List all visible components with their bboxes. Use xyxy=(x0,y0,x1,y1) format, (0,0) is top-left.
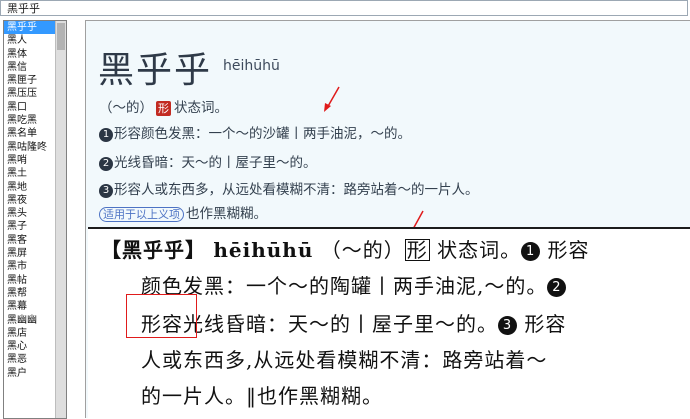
list-item[interactable]: 黑口 xyxy=(4,101,56,114)
sense-text-2: 光线昏暗：天～的丨屋子里～的。 xyxy=(114,155,317,171)
scan-line-5: 的一片人。‖也作黑糊糊。 xyxy=(141,384,383,408)
list-item[interactable]: 黑屏 xyxy=(4,247,56,260)
list-item[interactable]: 黑恶 xyxy=(4,353,56,366)
scan-pos-text: 状态词。 xyxy=(437,238,522,262)
list-item[interactable]: 黑幕 xyxy=(4,300,56,313)
sense-3: 3 形容人或东西多，从远处看模糊不清：路旁站着～的一片人。 xyxy=(99,178,479,198)
scope-tag: 适用于以上义项 xyxy=(99,207,184,222)
scan-line-3: 形容光线昏暗：天～的丨屋子里～的。 3 形容 xyxy=(141,308,566,337)
list-item[interactable]: 黑匣子 xyxy=(4,74,56,87)
grammar-line: （～的）形状态词。 xyxy=(99,96,228,116)
list-item[interactable]: 黑夜 xyxy=(4,194,56,207)
headword-list[interactable]: 黑乎乎 黑人 黑体 黑信 黑匣子 黑压压 黑口 黑吃黑 黑名单 黑咕隆咚 黑哨 黑土 黑地 黑夜 黑头 黑子黑… xyxy=(3,20,67,419)
scan-line-1: 【黑乎乎】 hēihūhū （～的）形 状态词。 1 形容 xyxy=(101,234,589,263)
list-item[interactable]: 黑客 xyxy=(4,234,56,247)
scan-tail-1: 形容 xyxy=(547,238,590,262)
list-item[interactable]: 黑信 xyxy=(4,61,56,74)
scan-paren: （～的） xyxy=(320,238,405,262)
sense-number-2: 2 xyxy=(99,157,113,171)
scrollbar-thumb[interactable] xyxy=(57,23,65,50)
list-item[interactable]: 黑乎乎 xyxy=(4,21,56,35)
scan-headword: 【黑乎乎】 xyxy=(101,238,206,262)
list-item[interactable]: 黑头 xyxy=(4,207,56,220)
list-item[interactable]: 黑吃黑 xyxy=(4,114,56,127)
scan-tail-3: 形容 xyxy=(524,312,567,336)
list-item[interactable]: 黑压压 xyxy=(4,87,56,100)
title-bar: 黑乎乎 xyxy=(0,0,688,16)
grammar-prefix: （～的） xyxy=(99,100,153,116)
list-item[interactable]: 黑幽幽 xyxy=(4,314,56,327)
also-written-line: 适用于以上义项 也作黑糊糊。 xyxy=(99,202,267,222)
list-item[interactable]: 黑子 xyxy=(4,220,56,233)
list-item[interactable]: 黑心 xyxy=(4,340,56,353)
scan-num-3: 3 xyxy=(498,316,517,335)
scan-text-2: 颜色发黑：一个～的陶罐丨两手油泥,～的。 xyxy=(141,274,548,298)
list-scrollbar[interactable] xyxy=(55,21,66,418)
red-highlight-box xyxy=(126,294,197,338)
list-item[interactable]: 黑帖 xyxy=(4,274,56,287)
also-written: 也作黑糊糊。 xyxy=(186,206,267,222)
list-item[interactable]: 黑哨 xyxy=(4,154,56,167)
list-item[interactable]: 黑咕隆咚 xyxy=(4,141,56,154)
sense-number-3: 3 xyxy=(99,184,113,198)
list-item[interactable]: 黑户 xyxy=(4,367,56,380)
scan-num-1: 1 xyxy=(521,242,541,261)
list-item[interactable]: 黑帮 xyxy=(4,287,56,300)
sense-text-1: 形容颜色发黑：一个～的沙罐丨两手油泥，～的。 xyxy=(114,126,411,142)
sense-2: 2 光线昏暗：天～的丨屋子里～的。 xyxy=(99,151,317,171)
list-item[interactable]: 黑市 xyxy=(4,260,56,273)
headword: 黑乎乎 xyxy=(98,50,213,91)
list-item[interactable]: 黑体 xyxy=(4,48,56,61)
pos-badge: 形 xyxy=(156,101,171,116)
sense-1: 1 形容颜色发黑：一个～的沙罐丨两手油泥，～的。 xyxy=(99,122,411,142)
list-item[interactable]: 黑土 xyxy=(4,167,56,180)
scan-line-2: 颜色发黑：一个～的陶罐丨两手油泥,～的。 2 xyxy=(141,270,567,299)
window-title: 黑乎乎 xyxy=(7,2,40,15)
list-item[interactable]: 黑地 xyxy=(4,181,56,194)
list-item[interactable]: 黑名单 xyxy=(4,127,56,140)
pos-text: 状态词。 xyxy=(174,100,228,116)
red-arrow-icon xyxy=(324,86,340,112)
headword-list-items: 黑乎乎 黑人 黑体 黑信 黑匣子 黑压压 黑口 黑吃黑 黑名单 黑咕隆咚 黑哨 黑土 黑地 黑夜 黑头 黑子黑… xyxy=(4,21,56,380)
list-item[interactable]: 黑人 xyxy=(4,34,56,47)
scan-line-4: 人或东西多,从远处看模糊不清：路旁站着～ xyxy=(141,348,548,372)
list-item[interactable]: 黑店 xyxy=(4,327,56,340)
sense-text-3: 形容人或东西多，从远处看模糊不清：路旁站着～的一片人。 xyxy=(114,182,479,198)
scan-num-2: 2 xyxy=(547,278,567,297)
scan-pos-box: 形 xyxy=(404,238,430,262)
sense-number-1: 1 xyxy=(99,128,113,142)
scan-pinyin: hēihūhū xyxy=(213,238,314,262)
pinyin: hēihūhū xyxy=(223,58,280,74)
